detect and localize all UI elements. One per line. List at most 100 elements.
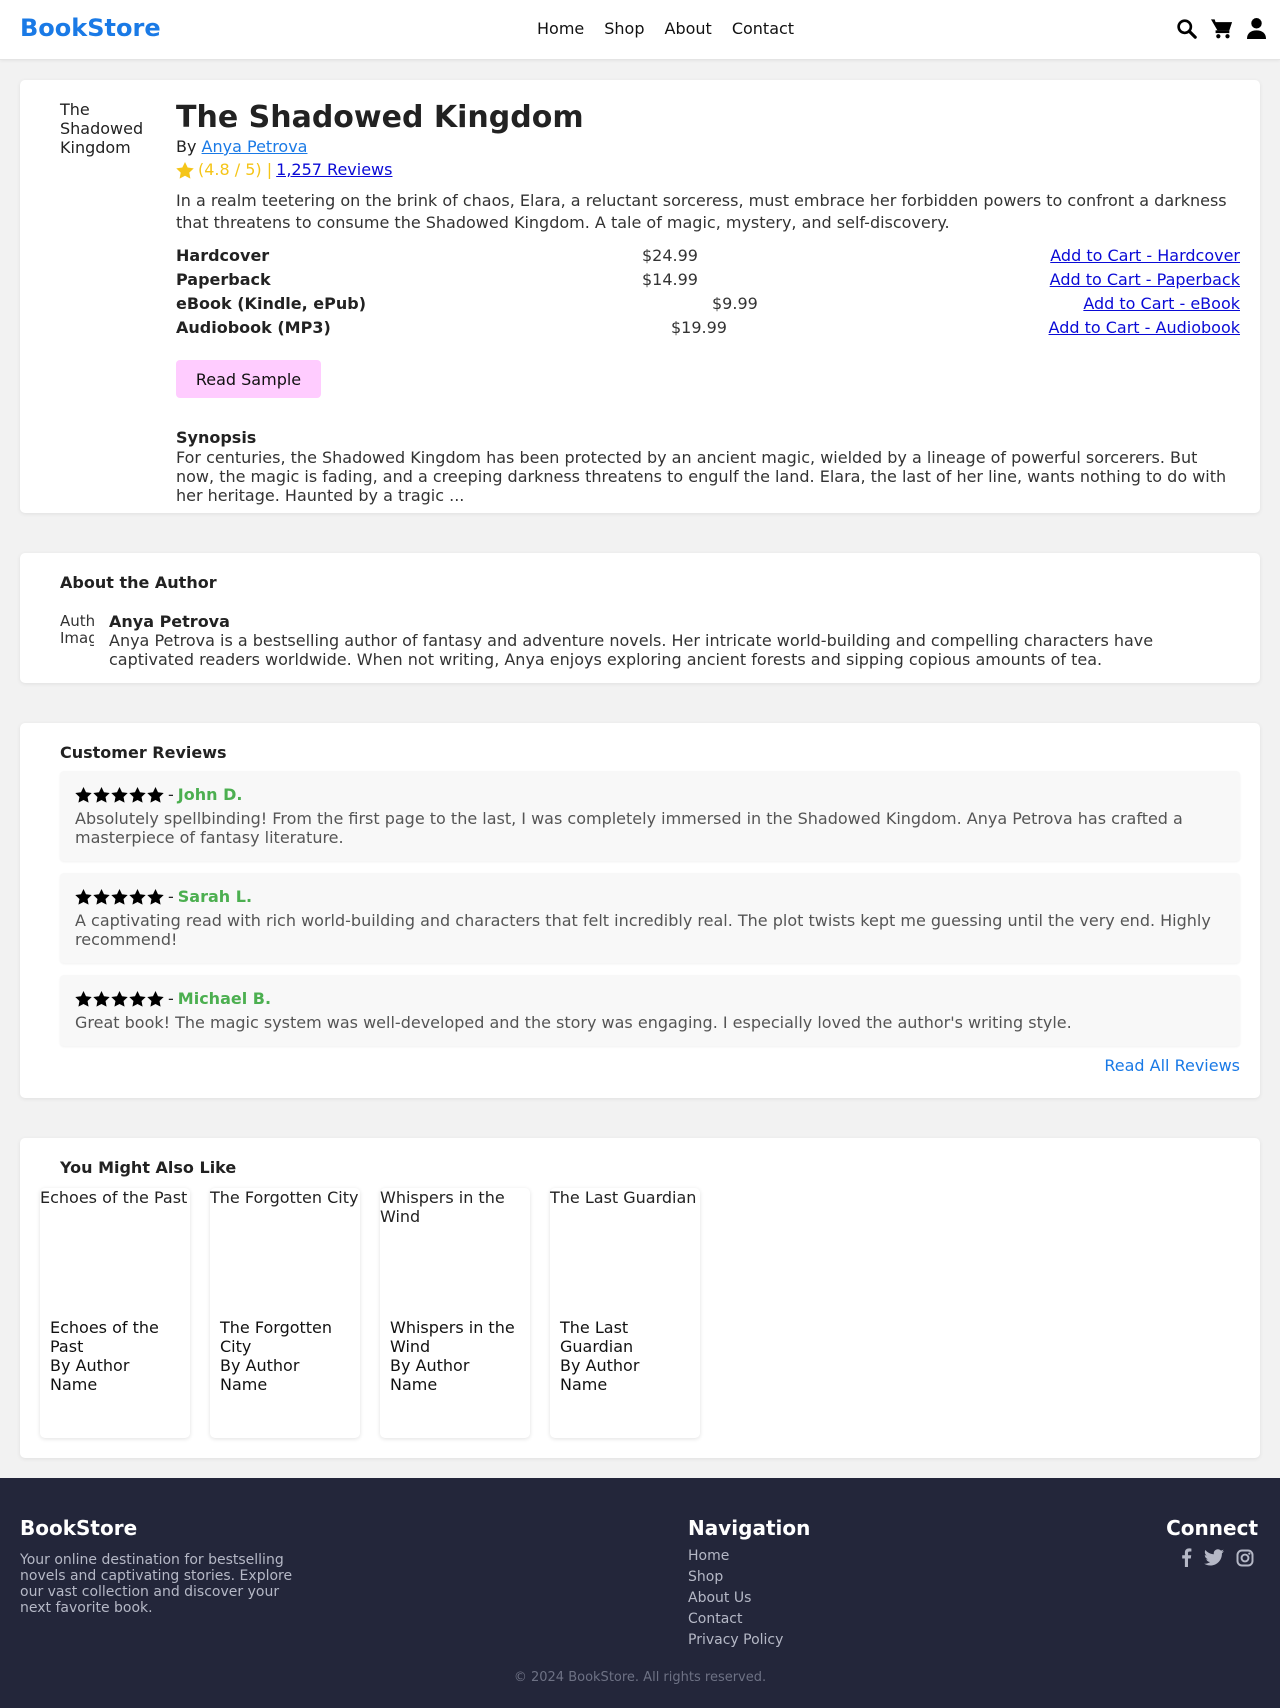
you-might-also-like-card: You Might Also Like Echoes of the Past E… (20, 1138, 1260, 1458)
review-item: - John D. Absolutely spellbinding! From … (60, 771, 1240, 861)
reviews-count-link[interactable]: 1,257 Reviews (276, 158, 392, 182)
five-star-rating-icon (75, 991, 164, 1007)
star-icon (75, 991, 92, 1007)
book-info: The Shadowed Kingdom By Anya Petrova (4.… (176, 100, 1240, 505)
book-detail-card: The Shadowed Kingdom The Shadowed Kingdo… (20, 80, 1260, 513)
star-icon (111, 889, 128, 905)
format-name: eBook (Kindle, ePub) (176, 294, 366, 313)
instagram-icon[interactable] (1236, 1549, 1254, 1571)
cart-icon[interactable] (1211, 18, 1233, 39)
review-separator: - (168, 887, 174, 906)
format-name: Paperback (176, 270, 271, 289)
social-links (1181, 1548, 1254, 1571)
star-icon (75, 787, 92, 803)
footer-nav-title: Navigation (688, 1516, 811, 1540)
format-name: Audiobook (MP3) (176, 318, 331, 337)
recommendation-info: Whispers in the Wind By Author Name (390, 1318, 520, 1394)
footer-brand: BookStore (20, 1516, 138, 1540)
facebook-icon[interactable] (1181, 1548, 1192, 1571)
footer-connect-title: Connect (1166, 1516, 1258, 1540)
format-list: Hardcover $24.99 Add to Cart - Hardcover… (176, 244, 1240, 340)
recommendation-title: The Last Guardian (560, 1318, 634, 1356)
book-title: The Shadowed Kingdom (176, 100, 584, 135)
review-text: A captivating read with rich world-build… (75, 911, 1211, 949)
site-footer: BookStore Your online destination for be… (0, 1478, 1280, 1708)
book-cover-image: The Shadowed Kingdom (60, 100, 144, 157)
review-header: - Sarah L. (75, 887, 1225, 907)
recommendation-cover-image: Echoes of the Past (40, 1188, 188, 1207)
recommendation-card[interactable]: Echoes of the Past Echoes of the Past By… (40, 1188, 190, 1438)
add-to-cart-hardcover[interactable]: Add to Cart - Hardcover (1050, 244, 1240, 268)
star-icon (75, 889, 92, 905)
format-price: $9.99 (712, 294, 758, 313)
review-header: - John D. (75, 785, 1225, 805)
format-row: eBook (Kindle, ePub) $9.99 Add to Cart -… (176, 292, 1240, 316)
nav-home[interactable]: Home (537, 19, 584, 38)
star-icon (93, 889, 110, 905)
add-to-cart-audiobook[interactable]: Add to Cart - Audiobook (1049, 316, 1240, 340)
rating-value: (4.8 / 5) | (198, 160, 273, 179)
site-header: BookStore Home Shop About Contact (0, 0, 1280, 60)
read-sample-button[interactable]: Read Sample (176, 360, 321, 398)
recommendation-info: The Last Guardian By Author Name (560, 1318, 690, 1394)
footer-link-about-us[interactable]: About Us (688, 1588, 783, 1609)
star-icon (129, 991, 146, 1007)
nav-about[interactable]: About (665, 19, 712, 38)
add-to-cart-paperback[interactable]: Add to Cart - Paperback (1050, 268, 1240, 292)
star-icon (93, 991, 110, 1007)
twitter-icon[interactable] (1204, 1549, 1224, 1570)
five-star-rating-icon (75, 787, 164, 803)
review-text: Absolutely spellbinding! From the first … (75, 809, 1183, 847)
add-to-cart-ebook[interactable]: Add to Cart - eBook (1083, 292, 1240, 316)
recommendation-info: The Forgotten City By Author Name (220, 1318, 350, 1394)
footer-nav: Home Shop About Us Contact Privacy Polic… (688, 1546, 783, 1651)
nav-shop[interactable]: Shop (604, 19, 644, 38)
format-row: Paperback $14.99 Add to Cart - Paperback (176, 268, 1240, 292)
author-link[interactable]: Anya Petrova (202, 137, 308, 156)
star-icon (147, 991, 164, 1007)
search-icon[interactable] (1176, 18, 1197, 39)
recommendation-card[interactable]: The Forgotten City The Forgotten City By… (210, 1188, 360, 1438)
five-star-rating-icon (75, 889, 164, 905)
footer-link-privacy-policy[interactable]: Privacy Policy (688, 1630, 783, 1651)
author-bio: Anya Petrova is a bestselling author of … (109, 631, 1154, 669)
recommendation-info: Echoes of the Past By Author Name (50, 1318, 180, 1394)
recommendation-title: The Forgotten City (220, 1318, 333, 1356)
book-blurb: In a realm teetering on the brink of cha… (176, 191, 1227, 232)
recommendation-cover-image: The Forgotten City (210, 1188, 359, 1207)
footer-link-contact[interactable]: Contact (688, 1609, 783, 1630)
reviewer-name: Sarah L. (177, 887, 253, 906)
recommendation-card[interactable]: Whispers in the Wind Whispers in the Win… (380, 1188, 530, 1438)
format-price: $14.99 (642, 270, 698, 289)
footer-link-shop[interactable]: Shop (688, 1567, 783, 1588)
nav-contact[interactable]: Contact (732, 19, 794, 38)
footer-link-home[interactable]: Home (688, 1546, 783, 1567)
star-icon (93, 787, 110, 803)
about-author-card: About the Author Author Image Anya Petro… (20, 553, 1260, 683)
format-row: Hardcover $24.99 Add to Cart - Hardcover (176, 244, 1240, 268)
author-name: Anya Petrova (109, 612, 230, 631)
recommendation-title: Echoes of the Past (50, 1318, 159, 1356)
review-item: - Sarah L. A captivating read with rich … (60, 873, 1240, 963)
read-all-reviews-link[interactable]: Read All Reviews (1104, 1056, 1240, 1075)
by-label: By (176, 137, 197, 156)
recommendation-cover-image: Whispers in the Wind (380, 1188, 505, 1226)
star-icon (147, 787, 164, 803)
user-icon[interactable] (1247, 18, 1266, 39)
review-item: - Michael B. Great book! The magic syste… (60, 975, 1240, 1046)
site-logo[interactable]: BookStore (20, 14, 161, 42)
review-separator: - (168, 989, 174, 1008)
book-rating: (4.8 / 5) | 1,257 Reviews (176, 158, 1240, 182)
synopsis-title: Synopsis (176, 428, 257, 447)
star-icon (111, 787, 128, 803)
format-price: $24.99 (642, 246, 698, 265)
copyright: © 2024 BookStore. All rights reserved. (513, 1670, 767, 1685)
author-image: Author Image (60, 613, 94, 647)
reviewer-name: John D. (177, 785, 243, 804)
format-name: Hardcover (176, 246, 270, 265)
customer-reviews-card: Customer Reviews - John D. Absolutely sp… (20, 723, 1260, 1098)
star-icon (111, 991, 128, 1007)
recommendation-card[interactable]: The Last Guardian The Last Guardian By A… (550, 1188, 700, 1438)
recommendation-title: Whispers in the Wind (390, 1318, 515, 1356)
star-icon (129, 889, 146, 905)
